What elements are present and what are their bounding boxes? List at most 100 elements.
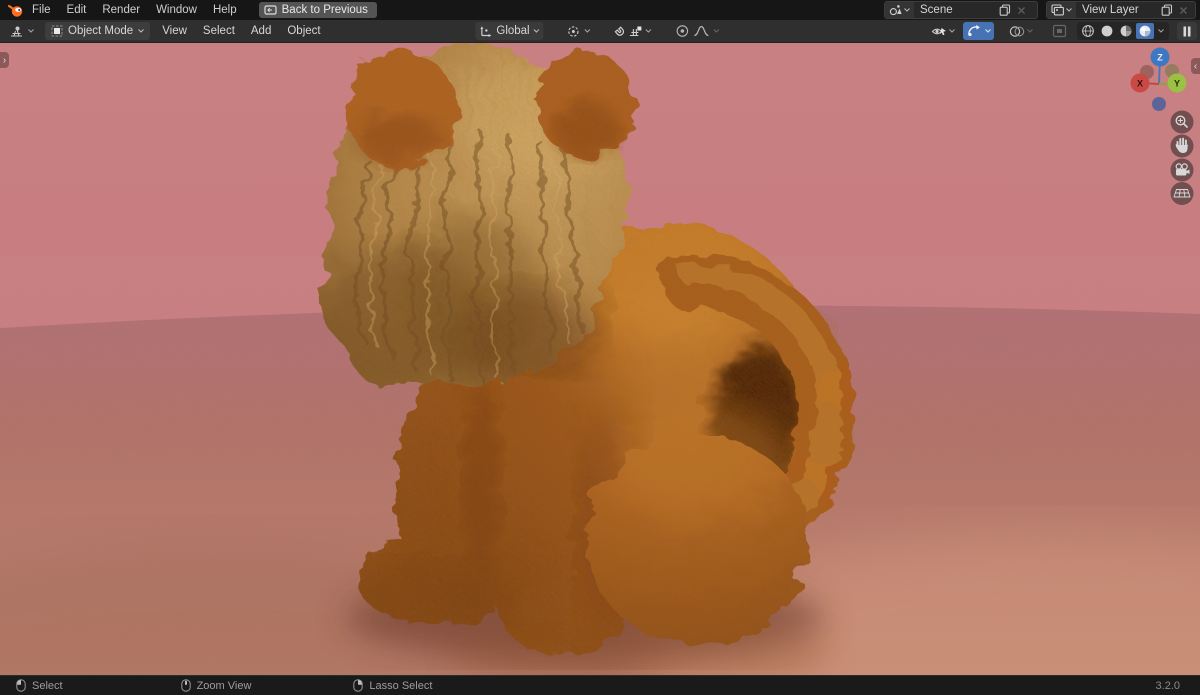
chevron-down-icon	[1066, 8, 1072, 12]
blender-window: File Edit Render Window Help Back to Pre…	[0, 0, 1200, 695]
view-layer-selector: View Layer	[1046, 1, 1196, 19]
menu-view[interactable]: View	[154, 20, 195, 42]
falloff-curve-icon[interactable]	[694, 25, 710, 37]
statusbar-hint-zoom-view: Zoom View	[180, 679, 251, 692]
scene-icon	[889, 5, 902, 16]
shading-wireframe-icon	[1082, 25, 1094, 37]
statusbar-hint-lasso-select: Lasso Select	[353, 679, 432, 692]
object-types-visibility-icon	[931, 27, 946, 35]
mouse-left-icon	[16, 679, 26, 692]
mouse-middle-icon	[180, 679, 191, 692]
transform-orientation-label: Global	[496, 25, 530, 37]
shading-material-button[interactable]	[1117, 23, 1135, 39]
topbar: File Edit Render Window Help Back to Pre…	[0, 0, 1200, 20]
shading-solid-icon	[1101, 25, 1113, 37]
statusbar: Select Zoom View Lasso Select 3.2.0	[0, 675, 1200, 695]
viewport-header: Object Mode View Select Add Object Globa…	[0, 20, 1200, 43]
back-icon	[264, 4, 277, 15]
back-to-previous-button[interactable]: Back to Previous	[258, 2, 377, 18]
blender-logo-icon[interactable]	[7, 3, 24, 18]
mouse-right-icon	[353, 679, 364, 692]
chevron-down-icon[interactable]	[645, 29, 652, 33]
chevron-down-icon[interactable]	[1027, 29, 1033, 33]
object-types-visibility-dropdown[interactable]	[926, 22, 960, 40]
mode-dropdown[interactable]: Object Mode	[45, 22, 151, 40]
shading-rendered-icon	[1139, 25, 1151, 37]
view-layer-icon	[1051, 4, 1064, 16]
editor-type-icon	[11, 26, 22, 36]
mode-label: Object Mode	[68, 25, 134, 37]
scene-selector: Scene	[884, 1, 1038, 19]
blender-logo-glyph	[7, 4, 23, 17]
snap-group	[608, 22, 657, 40]
hint-label: Select	[32, 679, 63, 692]
menu-file[interactable]: File	[24, 0, 59, 20]
scene-new-button[interactable]	[996, 4, 1014, 16]
scene-name[interactable]: Scene	[914, 4, 996, 16]
view-layer-browse-button[interactable]	[1047, 2, 1076, 18]
close-icon	[1018, 6, 1025, 14]
view-layer-name[interactable]: View Layer	[1076, 4, 1158, 16]
hint-label: Lasso Select	[369, 679, 433, 692]
chevron-down-icon	[533, 29, 540, 33]
back-to-previous-label: Back to Previous	[281, 4, 368, 16]
duplicate-icon	[999, 4, 1011, 16]
blender-version: 3.2.0	[1155, 679, 1180, 692]
chevron-down-icon[interactable]	[1158, 29, 1164, 33]
menu-edit[interactable]: Edit	[59, 0, 95, 20]
camera-view-button[interactable]	[1170, 158, 1194, 182]
chevron-down-icon	[584, 29, 591, 33]
axis-y-label: Y	[1174, 79, 1180, 89]
shading-material-icon	[1120, 25, 1132, 37]
chevron-down-icon	[904, 8, 910, 12]
sidebar-expand-arrow[interactable]: ‹	[1191, 58, 1200, 74]
menu-help[interactable]: Help	[205, 0, 245, 20]
scene-unlink-button[interactable]	[1014, 6, 1029, 15]
transform-orientation-dropdown[interactable]: Global	[475, 22, 544, 40]
gizmo-toggle-icon[interactable]	[966, 24, 981, 38]
pivot-point-icon	[568, 25, 579, 37]
axis-x-label: X	[1137, 79, 1143, 89]
viewport-3d[interactable]: Z X Y › ‹	[0, 42, 1200, 695]
viewport-header-right	[926, 20, 1197, 42]
xray-toggle-icon[interactable]	[1052, 24, 1067, 38]
view-layer-remove-button[interactable]	[1176, 6, 1191, 15]
menu-add[interactable]: Add	[243, 20, 279, 42]
viewport-header-center: Global	[475, 20, 724, 42]
pause-icon	[1183, 26, 1191, 36]
axis-z-label: Z	[1157, 53, 1163, 63]
pan-hand-button[interactable]	[1170, 134, 1194, 158]
shading-wireframe-button[interactable]	[1079, 23, 1097, 39]
proportional-edit-icon[interactable]	[676, 24, 690, 38]
editor-type-button[interactable]	[4, 22, 39, 40]
proportional-edit-group	[671, 22, 725, 40]
shading-solid-button[interactable]	[1098, 23, 1116, 39]
zoom-button[interactable]	[1170, 110, 1194, 134]
orthographic-toggle-button[interactable]	[1170, 182, 1194, 205]
chevron-down-icon[interactable]	[985, 29, 991, 33]
scene-browse-button[interactable]	[885, 2, 914, 18]
overlays-toggle-icon[interactable]	[1009, 25, 1025, 38]
gizmo-toggle-group	[963, 22, 994, 40]
axis-neg-z-ball[interactable]	[1152, 97, 1166, 111]
chevron-down-icon[interactable]	[713, 29, 720, 33]
menu-window[interactable]: Window	[148, 0, 205, 20]
pause-render-button[interactable]	[1177, 22, 1197, 40]
view-layer-new-button[interactable]	[1158, 4, 1176, 16]
snap-magnet-icon[interactable]	[613, 24, 627, 38]
rendered-scene: Z X Y	[0, 42, 1200, 695]
menu-render[interactable]: Render	[94, 0, 148, 20]
menu-object[interactable]: Object	[279, 20, 328, 42]
toolbar-expand-arrow[interactable]: ›	[0, 52, 9, 68]
snap-target-icon[interactable]	[629, 25, 644, 38]
object-mode-icon	[51, 25, 63, 37]
topbar-right: Scene View Layer	[884, 1, 1196, 19]
pivot-point-dropdown[interactable]	[562, 22, 596, 40]
transform-orientation-icon	[480, 26, 492, 37]
menu-select[interactable]: Select	[195, 20, 243, 42]
shading-rendered-button[interactable]	[1136, 23, 1154, 39]
statusbar-hint-select: Select	[16, 679, 63, 692]
chevron-down-icon	[28, 29, 34, 33]
chevron-down-icon	[949, 29, 955, 33]
close-icon	[1180, 6, 1187, 14]
